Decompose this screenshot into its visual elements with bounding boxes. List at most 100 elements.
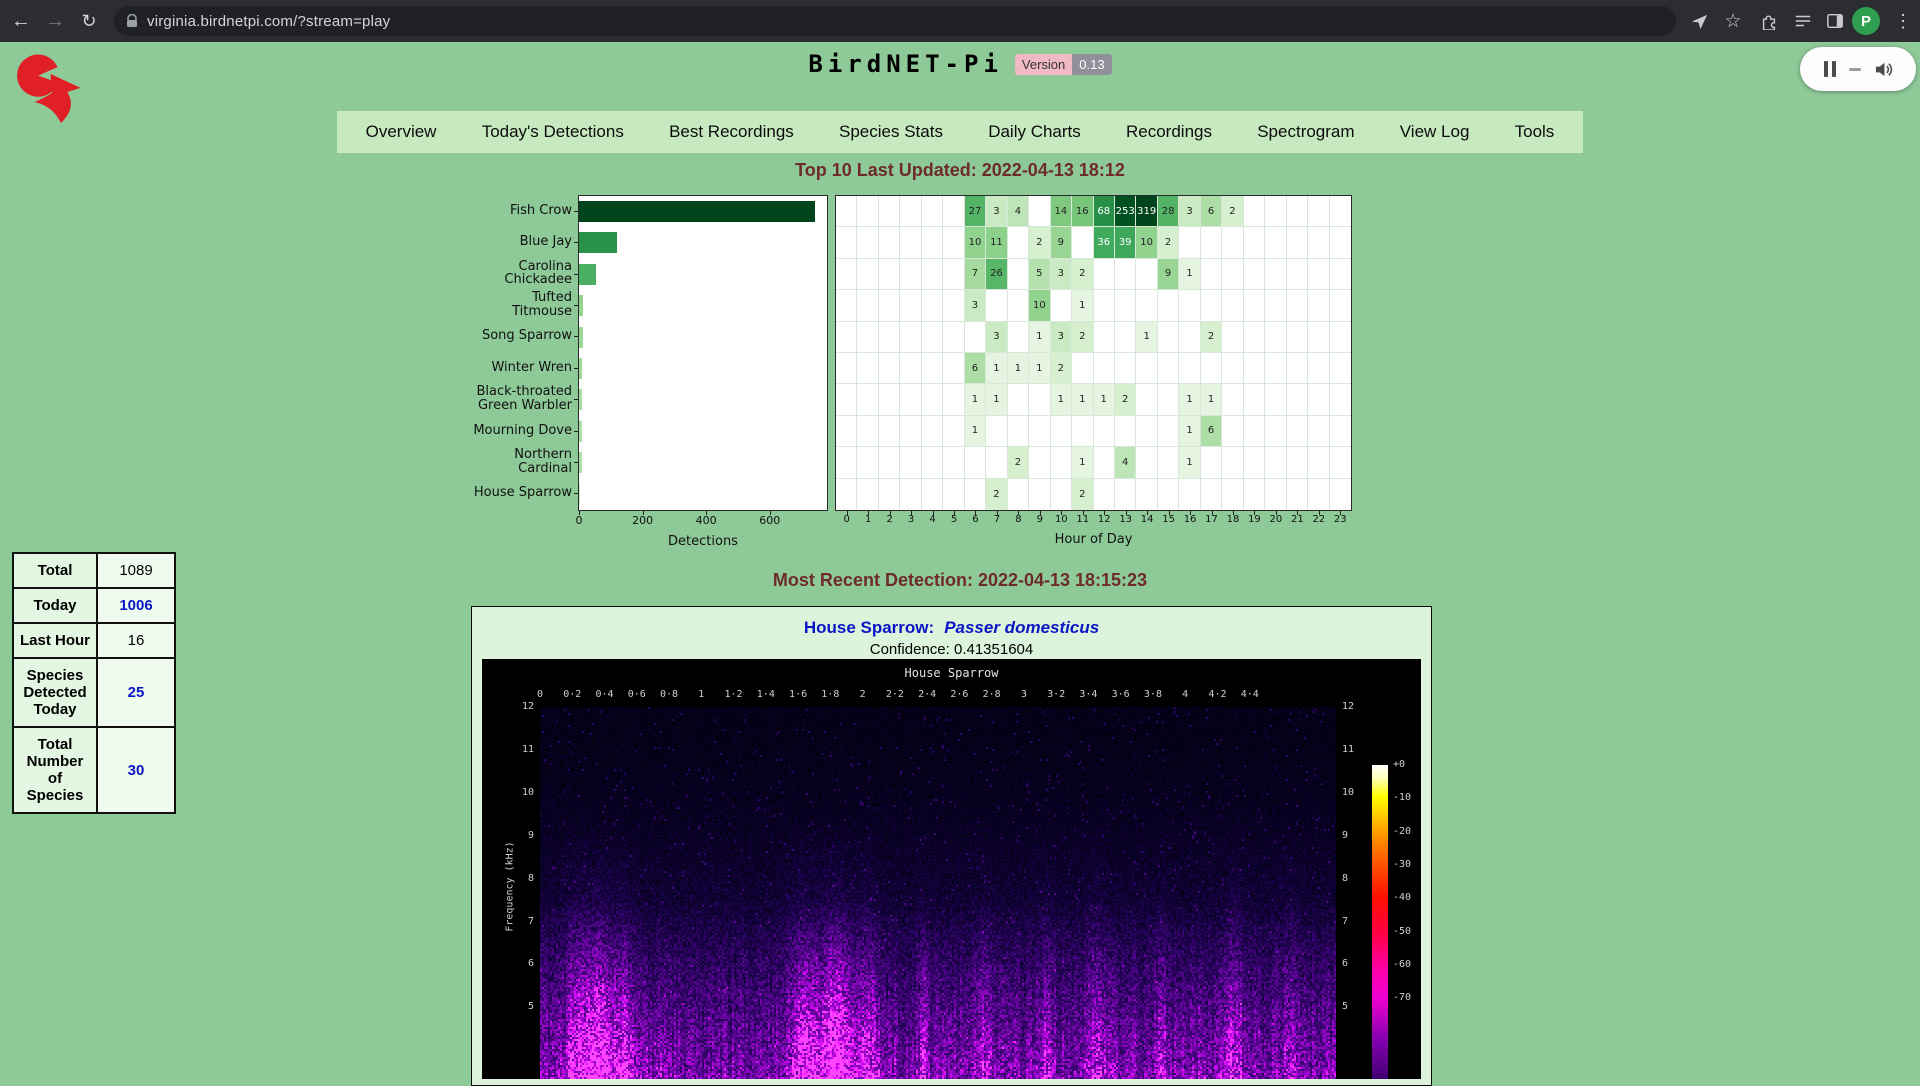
- heat-cell: 4: [1115, 447, 1136, 478]
- heat-cell: [943, 322, 964, 353]
- main-nav: Overview Today's Detections Best Recording…: [337, 111, 1583, 153]
- forward-icon[interactable]: →: [38, 0, 72, 42]
- heat-cell: [1287, 353, 1308, 384]
- heat-cell: [1008, 290, 1029, 321]
- most-recent-heading: Most Recent Detection: 2022-04-13 18:15:…: [0, 570, 1920, 591]
- profile-avatar[interactable]: P: [1852, 7, 1880, 35]
- heat-cell: [965, 447, 986, 478]
- heat-cell: 9: [1051, 227, 1072, 258]
- heat-cell: [1330, 447, 1351, 478]
- heat-cell: 2: [1072, 322, 1093, 353]
- heat-cell: [1330, 196, 1351, 227]
- heat-cell: [1244, 353, 1265, 384]
- heat-cell: [922, 479, 943, 510]
- side-panel-icon[interactable]: [1818, 0, 1852, 42]
- heat-cell: [1308, 290, 1329, 321]
- audio-player[interactable]: [1800, 47, 1916, 91]
- heat-cell: [943, 353, 964, 384]
- tick-mark: [1018, 511, 1019, 515]
- version-label: Version: [1015, 54, 1072, 75]
- heat-cell: 2: [1008, 447, 1029, 478]
- back-icon[interactable]: ←: [4, 0, 38, 42]
- heat-cell: 1: [1179, 447, 1200, 478]
- heat-cell: [836, 479, 857, 510]
- address-bar[interactable]: virginia.birdnetpi.com/?stream=play: [114, 6, 1676, 36]
- heat-cell: [1115, 290, 1136, 321]
- spec-time-tick: 2: [860, 689, 866, 700]
- send-icon[interactable]: [1682, 0, 1716, 42]
- nav-item-recordings[interactable]: Recordings: [1118, 122, 1220, 142]
- species-label: Northern Cardinal: [472, 446, 572, 477]
- nav-item-overview[interactable]: Overview: [358, 122, 445, 142]
- heat-xtick: 3: [908, 514, 914, 525]
- heat-xtick: 1: [865, 514, 871, 525]
- volume-icon[interactable]: [1874, 61, 1893, 78]
- bookmark-star-icon[interactable]: ☆: [1716, 0, 1750, 42]
- heat-cell: [1287, 196, 1308, 227]
- extensions-icon[interactable]: [1752, 0, 1786, 42]
- stats-row: Total Number of Species30: [13, 727, 175, 813]
- heat-cell: [857, 259, 878, 290]
- heat-cell: [1201, 227, 1222, 258]
- heat-xtick: 5: [951, 514, 957, 525]
- spec-time-tick: 3·6: [1112, 689, 1130, 700]
- heat-cell: [857, 384, 878, 415]
- heat-cell: [1287, 384, 1308, 415]
- heat-cell: [1222, 479, 1243, 510]
- species-label: House Sparrow: [472, 478, 572, 509]
- heat-cell: [1094, 259, 1115, 290]
- heat-cell: [1201, 290, 1222, 321]
- heat-cell: [1265, 227, 1286, 258]
- heat-cell: [836, 196, 857, 227]
- heat-cell: [857, 227, 878, 258]
- heat-cell: [943, 259, 964, 290]
- nav-item-today-s-detections[interactable]: Today's Detections: [474, 122, 632, 142]
- heat-cell: [879, 479, 900, 510]
- species-label: Carolina Chickadee: [472, 258, 572, 289]
- reload-icon[interactable]: ↻: [72, 0, 106, 42]
- tick-mark: [1126, 511, 1127, 515]
- browser-menu-icon[interactable]: ⋮: [1886, 0, 1920, 42]
- tick-mark: [574, 305, 578, 306]
- reading-list-icon[interactable]: [1786, 0, 1820, 42]
- heat-cell: [1029, 479, 1050, 510]
- spec-time-tick: 0·4: [595, 689, 613, 700]
- stat-value-link-4[interactable]: 30: [128, 762, 145, 779]
- nav-item-spectrogram[interactable]: Spectrogram: [1249, 122, 1362, 142]
- stat-value-1: 1006: [97, 588, 175, 623]
- heat-cell: [900, 416, 921, 447]
- bar-northern-cardinal: [579, 452, 582, 473]
- tick-mark: [1040, 511, 1041, 515]
- heat-cell: 1: [986, 353, 1007, 384]
- heat-cell: 28: [1158, 196, 1179, 227]
- tick-mark: [1147, 511, 1148, 515]
- stat-value-0: 1089: [97, 553, 175, 588]
- nav-item-daily-charts[interactable]: Daily Charts: [980, 122, 1089, 142]
- heat-cell: [836, 353, 857, 384]
- heat-cell: [900, 479, 921, 510]
- heat-cell: [1244, 227, 1265, 258]
- nav-item-tools[interactable]: Tools: [1507, 122, 1563, 142]
- pause-button[interactable]: [1824, 61, 1836, 77]
- spec-time-tick: 0·8: [660, 689, 678, 700]
- heat-cell: [1287, 290, 1308, 321]
- nav-item-species-stats[interactable]: Species Stats: [831, 122, 951, 142]
- spec-time-tick: 4·2: [1208, 689, 1226, 700]
- heat-cell: 1: [1136, 322, 1157, 353]
- heat-cell: [1115, 479, 1136, 510]
- heat-cell: 1: [965, 416, 986, 447]
- seek-bar[interactable]: [1849, 68, 1861, 71]
- tick-mark: [1297, 511, 1298, 515]
- spec-time-tick: 0·6: [628, 689, 646, 700]
- nav-item-view-log[interactable]: View Log: [1392, 122, 1478, 142]
- species-link[interactable]: House Sparrow:: [804, 618, 934, 637]
- heat-cell: [879, 290, 900, 321]
- heat-cell: [922, 447, 943, 478]
- heat-cell: [1008, 416, 1029, 447]
- scientific-name-link[interactable]: Passer domesticus: [944, 618, 1099, 637]
- spec-time-tick: 1·2: [725, 689, 743, 700]
- stat-value-link-1[interactable]: 1006: [119, 597, 152, 614]
- tick-mark: [574, 399, 578, 400]
- nav-item-best-recordings[interactable]: Best Recordings: [661, 122, 802, 142]
- stat-value-link-3[interactable]: 25: [128, 684, 145, 701]
